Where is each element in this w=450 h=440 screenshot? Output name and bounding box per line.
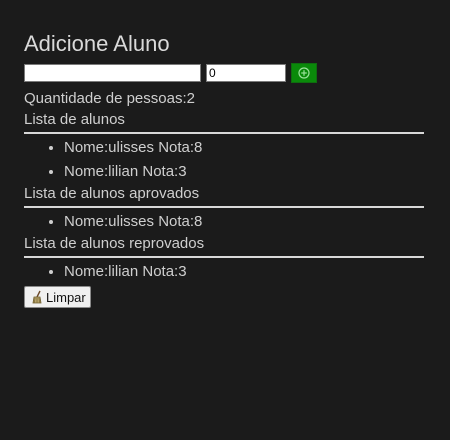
all-students-list: Nome:ulisses Nota:8 Nome:lilian Nota:3	[24, 136, 424, 184]
name-input[interactable]	[24, 64, 201, 82]
page-title: Adicione Aluno	[24, 31, 170, 56]
failed-students-heading: Lista de alunos reprovados	[24, 234, 424, 258]
clear-button[interactable]: Limpar	[24, 286, 91, 308]
broom-icon	[32, 290, 42, 304]
clear-button-label: Limpar	[46, 289, 86, 305]
student-count: Quantidade de pessoas:2	[24, 90, 195, 107]
plus-circle-icon	[298, 67, 310, 79]
list-item: Nome:lilian Nota:3	[64, 260, 424, 284]
list-item: Nome:ulisses Nota:8	[64, 210, 424, 234]
list-item: Nome:lilian Nota:3	[64, 160, 424, 184]
approved-students-list: Nome:ulisses Nota:8	[24, 210, 424, 234]
add-student-form	[24, 62, 424, 84]
grade-input[interactable]	[206, 64, 286, 82]
failed-students-list: Nome:lilian Nota:3	[24, 260, 424, 284]
add-student-button[interactable]	[291, 63, 317, 83]
app-container: Adicione Aluno Quantidade de pessoas:2 L…	[24, 30, 424, 309]
approved-students-heading: Lista de alunos aprovados	[24, 184, 424, 208]
all-students-heading: Lista de alunos	[24, 110, 424, 134]
list-item: Nome:ulisses Nota:8	[64, 136, 424, 160]
